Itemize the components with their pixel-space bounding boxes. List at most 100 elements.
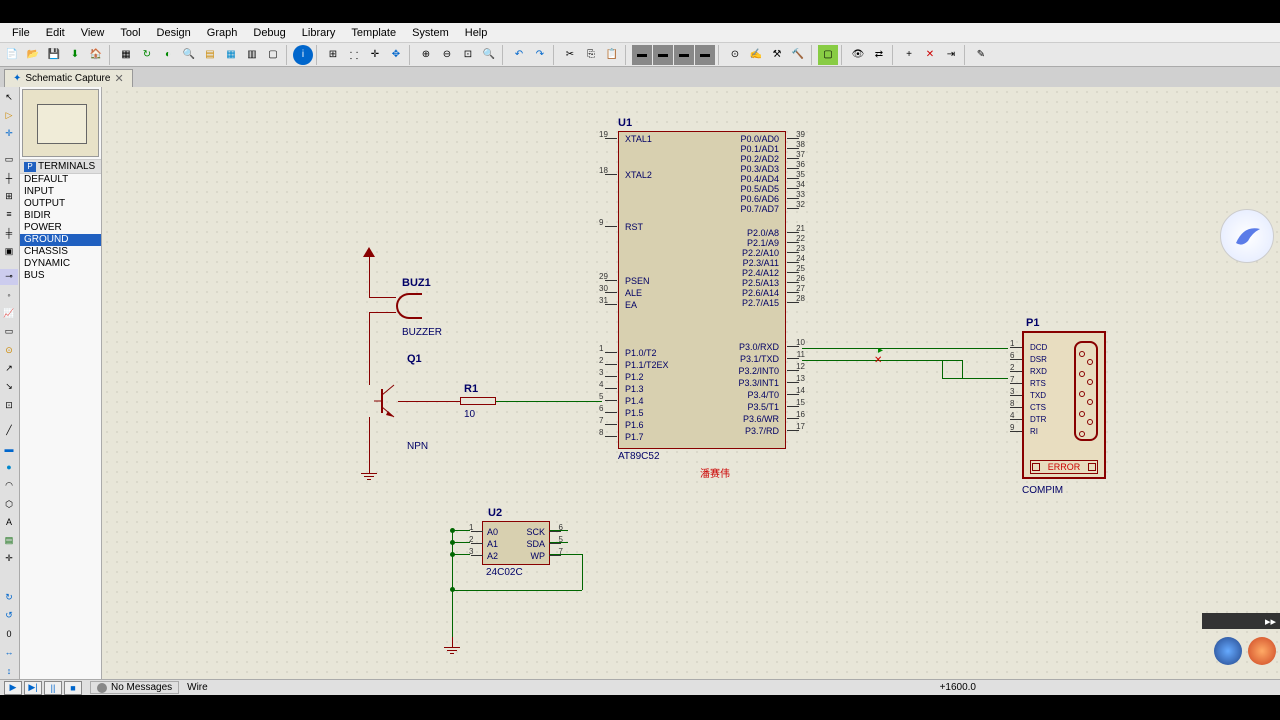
rotate-ccw-icon[interactable]: ↺ (0, 608, 18, 624)
tab-schematic[interactable]: ✦ Schematic Capture ✕ (4, 69, 133, 87)
binoculars-icon[interactable]: 👁 (848, 45, 868, 65)
area-icon[interactable]: ▦ (116, 45, 136, 65)
snap-dots-icon[interactable]: ⸬ (344, 45, 364, 65)
paste-icon[interactable]: 📋 (602, 45, 622, 65)
menu-graph[interactable]: Graph (199, 25, 246, 41)
pause-button[interactable]: || (44, 681, 62, 695)
terminal-icon[interactable]: ⊸ (0, 269, 18, 285)
import-icon[interactable]: ⬇ (65, 45, 85, 65)
messages-panel[interactable]: No Messages (90, 681, 179, 694)
line-icon[interactable]: ╱ (0, 423, 18, 439)
block2-icon[interactable]: ▬ (653, 45, 673, 65)
copy-icon[interactable]: ⎘ (581, 45, 601, 65)
angle-icon[interactable]: 0 (0, 626, 18, 642)
label-icon[interactable]: ⊞ (0, 188, 18, 204)
overlay-button-2[interactable] (1248, 637, 1276, 665)
pin-icon[interactable]: ◦ (0, 287, 18, 303)
menu-help[interactable]: Help (457, 25, 496, 41)
block3-icon[interactable]: ▬ (674, 45, 694, 65)
terminal-bidir[interactable]: BIDIR (20, 210, 101, 222)
select-icon[interactable]: ▷ (0, 107, 18, 123)
play-button[interactable]: ▶ (4, 681, 22, 695)
step-button[interactable]: ▶| (24, 681, 42, 695)
origin-icon[interactable]: ✛ (365, 45, 385, 65)
zoom-out-icon[interactable]: ⊖ (437, 45, 457, 65)
terminal-dynamic[interactable]: DYNAMIC (20, 258, 101, 270)
menu-debug[interactable]: Debug (245, 25, 293, 41)
replace-icon[interactable]: ⇄ (869, 45, 889, 65)
zoom-in-icon[interactable]: ⊕ (416, 45, 436, 65)
overlay-control-bar[interactable]: ▸▸ (1202, 613, 1280, 629)
close-icon[interactable]: ✕ (114, 72, 123, 85)
grid-l-icon[interactable]: ▥ (242, 45, 262, 65)
zoom-icon[interactable]: 🔍 (179, 45, 199, 65)
component-icon[interactable]: ▭ (0, 151, 18, 167)
box-icon[interactable]: ▬ (0, 441, 18, 457)
menu-template[interactable]: Template (343, 25, 404, 41)
menu-view[interactable]: View (73, 25, 113, 41)
text-icon[interactable]: A (0, 514, 18, 530)
menu-tool[interactable]: Tool (112, 25, 148, 41)
tool2-icon[interactable]: ✍ (746, 45, 766, 65)
cursor-icon[interactable]: ↖ (0, 89, 18, 105)
flip-icon[interactable]: ◐ (158, 45, 178, 65)
component-buz1[interactable] (396, 293, 422, 319)
bus-icon[interactable]: ╪ (0, 225, 18, 241)
zoom-fit-icon[interactable]: ⊡ (458, 45, 478, 65)
instrument-icon[interactable]: ⊡ (0, 397, 18, 413)
block1-icon[interactable]: ▬ (632, 45, 652, 65)
terminals-list[interactable]: DEFAULTINPUTOUTPUTBIDIRPOWERGROUNDCHASSI… (20, 174, 101, 679)
hammer-icon[interactable]: 🔨 (788, 45, 808, 65)
mirror-v-icon[interactable]: ↕ (0, 663, 18, 679)
ground-terminal-2[interactable] (444, 637, 460, 654)
mirror-h-icon[interactable]: ↔ (0, 644, 18, 660)
grid-m-icon[interactable]: ▦ (221, 45, 241, 65)
circle-icon[interactable]: ● (0, 459, 18, 475)
terminal-bus[interactable]: BUS (20, 270, 101, 282)
add-sheet-icon[interactable]: + (899, 45, 919, 65)
open-icon[interactable]: 📂 (23, 45, 43, 65)
menu-file[interactable]: File (4, 25, 38, 41)
terminal-power[interactable]: POWER (20, 222, 101, 234)
menu-edit[interactable]: Edit (38, 25, 73, 41)
symbol-icon[interactable]: ▤ (0, 533, 18, 549)
path-icon[interactable]: ⬡ (0, 496, 18, 512)
terminal-output[interactable]: OUTPUT (20, 198, 101, 210)
component-u2[interactable]: 1A02A13A26SCK5SDA7WP (482, 521, 550, 565)
tool1-icon[interactable]: ⊙ (725, 45, 745, 65)
schematic-canvas[interactable]: U1 19XTAL118XTAL29RST29PSEN30ALE31EA1P1.… (102, 87, 1280, 679)
component-q1[interactable] (374, 381, 404, 426)
plus-icon[interactable]: ✛ (0, 126, 18, 142)
marker-icon[interactable]: ✛ (0, 551, 18, 567)
terminal-chassis[interactable]: CHASSIS (20, 246, 101, 258)
cut-icon[interactable]: ✂ (560, 45, 580, 65)
component-u1[interactable]: 19XTAL118XTAL29RST29PSEN30ALE31EA1P1.0/T… (618, 131, 786, 449)
undo-icon[interactable]: ↶ (509, 45, 529, 65)
menu-library[interactable]: Library (294, 25, 344, 41)
tool3-icon[interactable]: ⚒ (767, 45, 787, 65)
junction-icon[interactable]: ┼ (0, 170, 18, 186)
power-terminal[interactable] (363, 247, 375, 257)
sheet-icon[interactable]: ▢ (818, 45, 838, 65)
p-icon[interactable]: P (24, 162, 36, 172)
menu-design[interactable]: Design (149, 25, 199, 41)
snap-grid-icon[interactable]: ⊞ (323, 45, 343, 65)
zoom-area-icon[interactable]: 🔍 (479, 45, 499, 65)
info-icon[interactable]: i (293, 45, 313, 65)
edit-icon[interactable]: ✎ (971, 45, 991, 65)
text-script-icon[interactable]: ≡ (0, 206, 18, 222)
overlay-button-1[interactable] (1214, 637, 1242, 665)
arc-icon[interactable]: ◠ (0, 478, 18, 494)
new-icon[interactable]: 📄 (2, 45, 22, 65)
exit-icon[interactable]: ⇥ (941, 45, 961, 65)
rotate-cw-icon[interactable]: ↻ (0, 589, 18, 605)
graph-icon[interactable]: 📈 (0, 305, 18, 321)
save-icon[interactable]: 💾 (44, 45, 64, 65)
component-r1[interactable] (460, 397, 496, 405)
subcircuit-icon[interactable]: ▣ (0, 243, 18, 259)
move-icon[interactable]: ✥ (386, 45, 406, 65)
terminal-input[interactable]: INPUT (20, 186, 101, 198)
terminal-ground[interactable]: GROUND (20, 234, 101, 246)
probe-i-icon[interactable]: ↘ (0, 379, 18, 395)
menu-system[interactable]: System (404, 25, 457, 41)
